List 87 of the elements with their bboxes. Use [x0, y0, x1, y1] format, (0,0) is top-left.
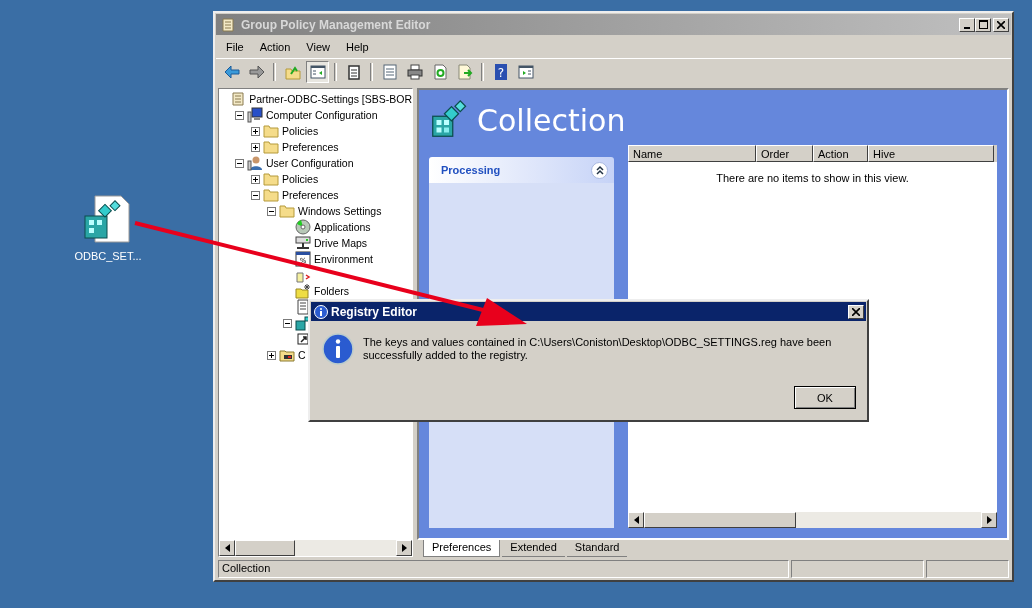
status-text: Collection — [218, 560, 789, 578]
column-header[interactable]: Hive — [868, 145, 994, 162]
maximize-button[interactable] — [975, 17, 991, 32]
tab[interactable]: Extended — [502, 540, 565, 557]
column-header[interactable]: Name — [628, 145, 756, 162]
menu-item[interactable]: Action — [251, 39, 299, 55]
collapse-toggle[interactable] — [251, 190, 260, 200]
tree-item[interactable]: C — [298, 349, 306, 361]
export-icon — [456, 64, 473, 80]
folder-icon — [263, 139, 279, 155]
printer-icon — [406, 64, 423, 80]
tree-item[interactable]: Computer Configuration — [266, 109, 378, 121]
menu-item[interactable]: Help — [337, 39, 377, 55]
close-icon — [852, 307, 860, 316]
ok-button[interactable]: OK — [794, 386, 856, 409]
folder-icon — [279, 203, 295, 219]
tree-item[interactable]: Windows Settings — [298, 205, 382, 217]
panel-title: Collection — [477, 102, 626, 138]
expand-toggle[interactable] — [251, 142, 260, 152]
tree-item[interactable]: User Configuration — [266, 157, 354, 169]
empty-message: There are no items to show in this view. — [716, 172, 909, 186]
close-button[interactable] — [993, 17, 1009, 32]
expand-toggle[interactable] — [251, 174, 260, 184]
tree-item[interactable]: Preferences — [282, 189, 339, 201]
folder-icon — [263, 123, 279, 139]
pane-icon — [517, 64, 534, 80]
column-header[interactable]: Order — [756, 145, 813, 162]
info-icon — [314, 304, 328, 319]
desktop-icon-label[interactable]: ODBC_SET... — [74, 250, 142, 262]
tab[interactable]: Preferences — [423, 540, 501, 557]
tree-item[interactable]: Policies — [282, 125, 319, 137]
minimize-button[interactable] — [959, 17, 975, 32]
collapse-toggle[interactable] — [267, 206, 276, 216]
document-icon — [295, 299, 311, 315]
tree-item[interactable]: Folders — [314, 285, 349, 297]
collapse-toggle[interactable] — [283, 318, 292, 328]
toolbar-button[interactable] — [306, 61, 329, 83]
column-header[interactable]: Action — [813, 145, 868, 162]
tree-item[interactable]: Policies — [282, 173, 319, 185]
tree-item[interactable]: Environment — [314, 253, 373, 265]
close-button[interactable] — [848, 304, 864, 319]
minimize-icon — [964, 26, 970, 29]
collapse-toggle[interactable] — [235, 158, 244, 168]
menu-item[interactable]: View — [298, 39, 338, 55]
folder-arrow-icon — [284, 64, 301, 80]
computer-icon — [247, 107, 263, 123]
collapse-toggle[interactable] — [235, 110, 244, 120]
right-triangle-icon — [986, 516, 992, 524]
close-icon — [997, 20, 1005, 29]
info-icon — [322, 333, 354, 365]
disc-icon — [295, 219, 311, 235]
control-panel-folder-icon — [279, 347, 295, 363]
pane-icon — [309, 64, 326, 80]
horizontal-scrollbar[interactable] — [219, 540, 412, 556]
folder-icon — [263, 187, 279, 203]
tree-item[interactable]: Preferences — [282, 141, 339, 153]
right-triangle-icon — [401, 544, 407, 552]
tree-item[interactable]: Applications — [314, 221, 371, 233]
left-triangle-icon — [224, 544, 230, 552]
collapse-button[interactable] — [591, 161, 608, 179]
forward-arrow-icon — [248, 64, 265, 80]
user-icon — [247, 155, 263, 171]
scroll-icon — [230, 91, 247, 107]
clipboard-icon — [345, 64, 362, 80]
registry-cubes-icon — [429, 100, 469, 140]
panel-heading: Processing — [441, 164, 501, 176]
chevron-icon — [594, 165, 605, 175]
window-title: Group Policy Management Editor — [241, 17, 432, 32]
expand-toggle[interactable] — [267, 350, 276, 360]
list-icon — [381, 64, 398, 80]
horizontal-scrollbar[interactable] — [628, 512, 997, 528]
tree-item[interactable]: Partner-ODBC-Settings [SBS-BOR — [249, 93, 412, 105]
dialog-message: The keys and values contained in C:\Users\Coniston\Desktop\ODBC_SETTINGS.reg have been successfully added to the registry. — [363, 336, 833, 362]
dialog-title: Registry Editor — [331, 304, 418, 319]
menu-item[interactable]: File — [218, 39, 252, 55]
scroll-icon — [220, 16, 236, 33]
cubes-icon — [295, 315, 311, 331]
folder-sparkle-icon — [295, 283, 311, 299]
refresh-icon — [431, 64, 448, 80]
back-arrow-icon — [223, 64, 240, 80]
left-triangle-icon — [633, 516, 639, 524]
maximize-icon — [978, 20, 988, 29]
tab[interactable]: Standard — [566, 540, 628, 557]
network-drive-icon — [295, 235, 311, 251]
folder-icon — [263, 171, 279, 187]
tree-item[interactable]: Drive Maps — [314, 237, 368, 249]
expand-toggle[interactable] — [251, 126, 260, 136]
